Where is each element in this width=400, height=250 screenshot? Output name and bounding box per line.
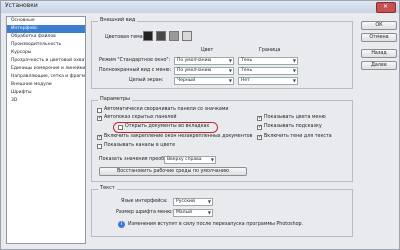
autoshow-label: Автопоказ скрытых панелей (104, 115, 177, 120)
select-value: Русский (176, 199, 195, 204)
sidebar-item[interactable]: Шрифты (7, 89, 85, 97)
chevron-down-icon: ▼ (228, 58, 232, 63)
autocollapse-label: Автоматически сворачивать панели со знач… (104, 107, 229, 112)
color-theme-label: Цветовая тема: (105, 35, 145, 40)
select-value: Вверху справа (167, 157, 202, 162)
autocollapse-checkbox[interactable] (97, 108, 102, 113)
fullscreen-border-select[interactable]: Нет ▼ (238, 77, 298, 85)
preferences-window: Установки ✕ Основные Интерфейс Обработка ф… (0, 0, 400, 250)
chevron-down-icon: ▼ (210, 157, 214, 162)
standard-mode-color-select[interactable]: По умолчанию ▼ (174, 57, 234, 65)
border-column-header: Граница (259, 48, 281, 53)
fullscreen-menu-label: Полноэкранный вид с меню: (99, 68, 172, 73)
color-column-header: Цвет (201, 48, 214, 53)
select-value: Тень (241, 68, 253, 73)
select-value: Тень (241, 58, 253, 63)
menu-colors-checkbox[interactable] (257, 115, 262, 121)
window-title: Установки (5, 2, 38, 9)
chevron-down-icon: ▼ (207, 210, 211, 215)
chevron-down-icon: ▼ (292, 68, 296, 73)
theme-swatch-3[interactable] (169, 31, 179, 41)
select-value: По умолчанию (177, 68, 212, 73)
floating-dock-label: Включить закрепление окон незакрепленных… (104, 134, 253, 139)
open-in-tabs-highlight (113, 122, 218, 133)
sidebar-item[interactable]: Направляющие, сетка и фрагменты (7, 73, 85, 81)
transform-values-select[interactable]: Вверху справа ▼ (164, 156, 216, 164)
chevron-down-icon: ▼ (228, 68, 232, 73)
sidebar-item[interactable]: Единицы измерения и линейки (7, 65, 85, 73)
title-bar[interactable]: Установки ✕ (1, 1, 399, 13)
chevron-down-icon: ▼ (292, 58, 296, 63)
theme-swatch-4[interactable] (182, 31, 192, 41)
sidebar: Основные Интерфейс Обработка файлов Произво… (6, 16, 86, 244)
close-button[interactable]: ✕ (376, 2, 396, 13)
theme-swatch-2[interactable] (156, 31, 166, 41)
chevron-down-icon: ▼ (228, 78, 232, 83)
reset-workspaces-button[interactable]: Восстановить рабочие среды по умолчанию (99, 167, 247, 176)
chevron-down-icon: ▼ (292, 78, 296, 83)
text-group-title: Текст (98, 185, 117, 191)
params-group-title: Параметры (98, 96, 132, 102)
channels-color-checkbox[interactable] (97, 144, 102, 149)
text-shadow-checkbox[interactable] (257, 134, 262, 140)
select-value: Малый (176, 210, 192, 215)
fullscreen-menu-border-select[interactable]: Тень ▼ (238, 67, 298, 75)
ok-button[interactable]: ОК (361, 21, 397, 30)
sidebar-item[interactable]: Внешние модули (7, 81, 85, 89)
select-value: По умолчанию (177, 58, 212, 63)
select-value: Нет (241, 78, 250, 83)
floating-dock-checkbox[interactable] (97, 134, 102, 140)
sidebar-item[interactable]: Интерфейс (7, 25, 85, 33)
sidebar-item[interactable]: Основные (7, 17, 85, 25)
info-icon: i (118, 221, 125, 228)
sidebar-item[interactable]: Производительность (7, 41, 85, 49)
tooltips-label: Показывать подсказку (264, 124, 322, 129)
standard-mode-label: Режим "Стандартное окно": (99, 58, 171, 63)
font-size-select[interactable]: Малый ▼ (173, 209, 213, 217)
prev-button[interactable]: Назад (361, 49, 397, 58)
text-shadow-label: Включить тени для текста (264, 134, 332, 139)
font-size-label: Размер шрифта меню: (116, 210, 173, 215)
sidebar-item[interactable]: Обработка файлов (7, 33, 85, 41)
select-value: Черный (177, 78, 196, 83)
restart-info-text: Изменения вступят в силу после перезапус… (128, 222, 304, 227)
standard-mode-border-select[interactable]: Тень ▼ (238, 57, 298, 65)
tooltips-checkbox[interactable] (257, 124, 262, 130)
theme-swatch-1[interactable] (143, 31, 153, 41)
sidebar-item[interactable]: Курсоры (7, 49, 85, 57)
channels-color-label: Показывать каналы в цвете (104, 143, 176, 148)
autoshow-checkbox[interactable] (97, 115, 102, 121)
sidebar-item[interactable]: Прозрачность и цветовой охват (7, 57, 85, 65)
ui-language-label: Язык интерфейса: (121, 199, 168, 204)
fullscreen-color-select[interactable]: Черный ▼ (174, 77, 234, 85)
ui-language-select[interactable]: Русский ▼ (173, 198, 213, 206)
chevron-down-icon: ▼ (207, 199, 211, 204)
fullscreen-label: Целый экран: (129, 78, 164, 83)
appearance-group-title: Внешний вид (98, 17, 138, 23)
fullscreen-menu-color-select[interactable]: По умолчанию ▼ (174, 67, 234, 75)
menu-colors-label: Показывать цвета меню (264, 115, 326, 120)
close-icon: ✕ (383, 3, 389, 10)
next-button[interactable]: Далее (361, 61, 397, 70)
sidebar-item[interactable]: 3D (7, 97, 85, 105)
cancel-button[interactable]: Отмена (361, 33, 397, 42)
